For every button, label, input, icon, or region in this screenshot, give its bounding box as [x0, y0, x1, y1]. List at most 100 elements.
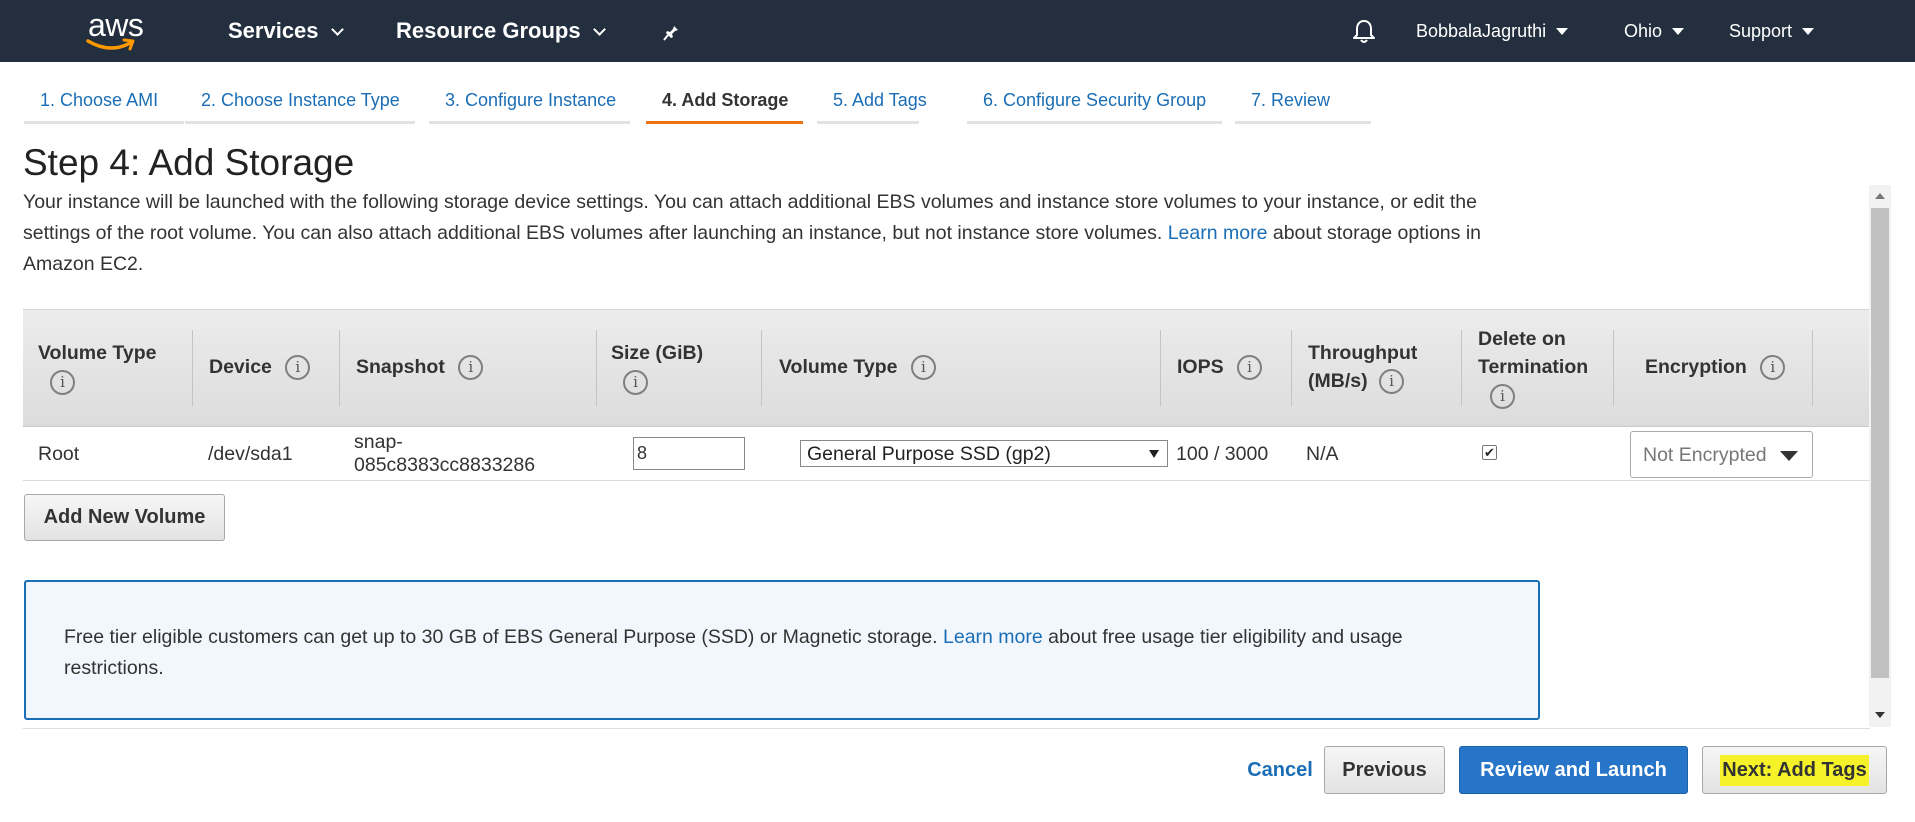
chevron-down-icon [330, 22, 344, 36]
account-menu[interactable]: BobbalaJagruthi [1416, 0, 1569, 62]
header-device-label: Device [209, 356, 272, 378]
header-size-label: Size (GiB) [611, 342, 704, 364]
previous-button[interactable]: Previous [1324, 746, 1445, 794]
account-name: BobbalaJagruthi [1416, 20, 1547, 41]
bell-icon [1353, 20, 1375, 43]
ebs-volume-type-value: General Purpose SSD (gp2) [807, 443, 1051, 465]
column-divider [1613, 330, 1614, 406]
column-divider [192, 330, 193, 406]
info-icon[interactable]: i [1237, 355, 1263, 381]
info-icon[interactable]: i [285, 355, 311, 381]
column-divider [1461, 330, 1462, 406]
footer-divider [23, 728, 1870, 729]
cell-device: /dev/sda1 [208, 443, 293, 465]
delete-on-termination-checkbox[interactable]: ✔ [1482, 445, 1497, 460]
pin-button[interactable] [662, 0, 684, 62]
ebs-volume-type-select[interactable]: General Purpose SSD (gp2) [800, 440, 1168, 467]
aws-smile-icon [86, 38, 135, 51]
support-label: Support [1729, 20, 1793, 41]
services-label: Services [228, 18, 319, 43]
tab-review[interactable]: 7. Review [1235, 74, 1371, 124]
pin-icon [663, 22, 678, 41]
column-divider [1812, 330, 1813, 406]
header-throughput-label: Throughput [1308, 342, 1418, 364]
tab-choose-ami[interactable]: 1. Choose AMI [24, 74, 184, 124]
intro-paragraph: Your instance will be launched with the … [23, 187, 1548, 280]
chevron-down-icon [592, 22, 606, 36]
info-icon[interactable]: i [458, 355, 484, 381]
tab-choose-instance-type[interactable]: 2. Choose Instance Type [185, 74, 415, 124]
scroll-down-arrow-icon[interactable] [1875, 712, 1885, 718]
cell-iops: 100 / 3000 [1176, 443, 1269, 465]
header-delete-label: Delete on [1478, 328, 1566, 350]
cell-snapshot: snap- 085c8383cc8833286 [354, 431, 535, 477]
header-throughput: Throughput (MB/s) i [1308, 339, 1417, 395]
top-nav-bar: aws Services Resource Groups BobbalaJagr… [0, 0, 1915, 62]
free-tier-notice: Free tier eligible customers can get up … [24, 580, 1540, 720]
support-menu[interactable]: Support [1729, 0, 1815, 62]
region-name: Ohio [1624, 20, 1663, 41]
column-divider [761, 330, 762, 406]
header-encryption: Encryption i [1645, 353, 1786, 381]
info-icon[interactable]: i [1490, 384, 1515, 410]
dropdown-arrow-icon [1780, 451, 1798, 461]
column-divider [596, 330, 597, 406]
review-and-launch-button[interactable]: Review and Launch [1459, 746, 1688, 794]
resource-groups-menu[interactable]: Resource Groups [396, 0, 606, 62]
header-encryption-label: Encryption [1645, 356, 1747, 378]
snapshot-id: 085c8383cc8833286 [354, 454, 536, 476]
header-snapshot-label: Snapshot [356, 356, 445, 378]
header-termination-label: Termination [1478, 356, 1589, 378]
cell-volume-type: Root [38, 443, 80, 465]
header-volume-type: Volume Type i [38, 339, 157, 396]
snapshot-prefix: snap- [354, 431, 403, 453]
learn-more-link[interactable]: Learn more [1168, 222, 1268, 244]
header-ebs-volume-type-label: Volume Type [779, 356, 898, 378]
next-add-tags-button[interactable]: Next: Add Tags [1702, 746, 1887, 794]
header-throughput-unit: (MB/s) [1308, 370, 1368, 392]
table-row: Root /dev/sda1 snap- 085c8383cc8833286 G… [23, 427, 1870, 481]
services-menu[interactable]: Services [228, 0, 344, 62]
size-input[interactable] [633, 437, 745, 470]
header-iops-label: IOPS [1177, 356, 1224, 378]
cell-throughput: N/A [1306, 443, 1339, 465]
info-icon[interactable]: i [910, 355, 936, 381]
tab-configure-security-group[interactable]: 6. Configure Security Group [967, 74, 1222, 124]
storage-table-header: Volume Type i Device i Snapshot i Size (… [23, 309, 1870, 427]
tab-add-tags[interactable]: 5. Add Tags [817, 74, 927, 124]
caret-down-icon [1802, 27, 1815, 35]
aws-logo[interactable]: aws [84, 8, 154, 54]
header-ebs-volume-type: Volume Type i [779, 353, 936, 381]
header-size: Size (GiB) i [611, 339, 704, 396]
notice-learn-more-link[interactable]: Learn more [943, 626, 1043, 648]
notice-text: Free tier eligible customers can get up … [64, 626, 938, 648]
next-add-tags-label: Next: Add Tags [1720, 754, 1869, 786]
header-delete-on-termination: Delete on Termination i [1478, 325, 1589, 410]
column-divider [339, 330, 340, 406]
aws-logo-text: aws [88, 7, 144, 43]
encryption-value: Not Encrypted [1643, 444, 1767, 466]
info-icon[interactable]: i [623, 370, 648, 396]
info-icon[interactable]: i [50, 370, 75, 396]
scroll-up-arrow-icon[interactable] [1875, 193, 1885, 199]
info-icon[interactable]: i [1379, 369, 1404, 395]
column-divider [1291, 330, 1292, 406]
caret-down-icon [1672, 27, 1685, 35]
caret-down-icon [1556, 27, 1569, 35]
header-iops: IOPS i [1177, 353, 1263, 381]
scrollbar-thumb[interactable] [1871, 208, 1889, 678]
header-device: Device i [209, 353, 311, 381]
dropdown-arrow-icon [1149, 450, 1159, 458]
cancel-button[interactable]: Cancel [1225, 746, 1335, 794]
page-title: Step 4: Add Storage [23, 142, 355, 183]
encryption-select[interactable]: Not Encrypted [1630, 431, 1813, 478]
resource-groups-label: Resource Groups [396, 18, 581, 43]
notifications-button[interactable] [1352, 0, 1376, 62]
info-icon[interactable]: i [1760, 355, 1786, 381]
tab-configure-instance[interactable]: 3. Configure Instance [429, 74, 630, 124]
tab-add-storage[interactable]: 4. Add Storage [646, 74, 803, 124]
add-new-volume-button[interactable]: Add New Volume [24, 494, 225, 541]
header-volume-type-label: Volume Type [38, 342, 157, 364]
column-divider [1160, 330, 1161, 406]
region-menu[interactable]: Ohio [1624, 0, 1685, 62]
